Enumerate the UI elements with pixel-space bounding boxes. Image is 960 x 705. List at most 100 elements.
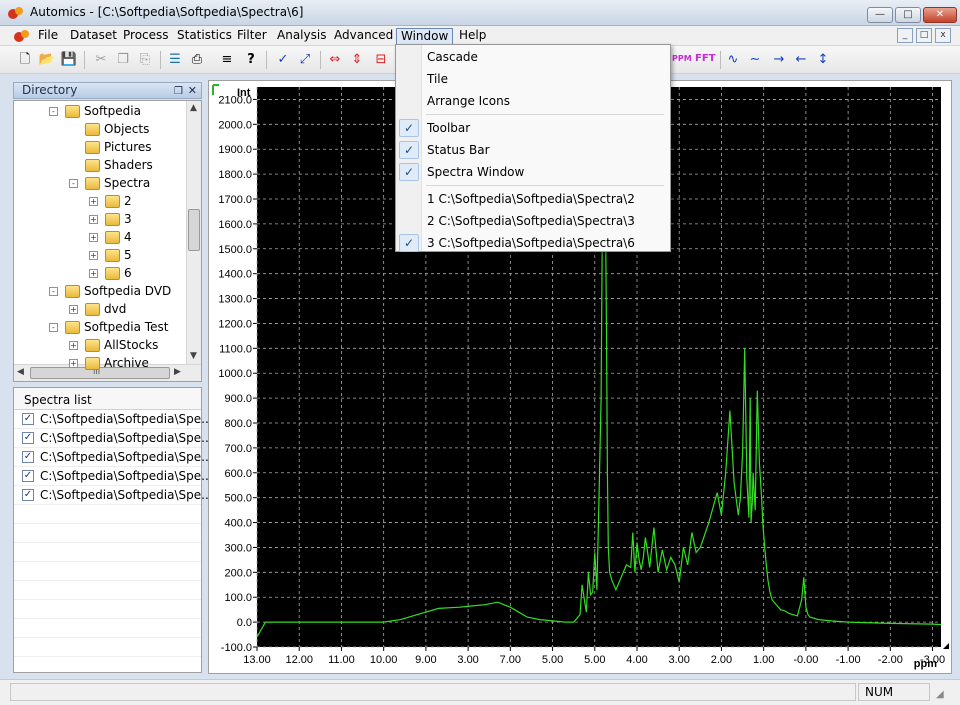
fft-button[interactable]: FFT	[695, 53, 715, 64]
minimize-button[interactable]: —	[867, 7, 893, 23]
y-tick-label: 800.0	[224, 418, 252, 430]
tree-toggle-icon[interactable]: +	[89, 197, 98, 206]
arrow-updown-icon[interactable]: ↕	[814, 51, 832, 69]
x-tick-label: 5.00	[542, 654, 563, 666]
print-icon[interactable]: ⎙	[188, 51, 206, 69]
new-icon[interactable]: 🗋	[16, 51, 34, 69]
window-menu-item[interactable]: Cascade	[396, 46, 670, 68]
list-item[interactable]: ✓ C:\Softpedia\Softpedia\Spe...	[14, 429, 213, 448]
save-icon[interactable]: 💾	[60, 51, 78, 69]
menu-item-label: Arrange Icons	[427, 94, 510, 108]
checkbox[interactable]: ✓	[22, 432, 34, 444]
tree-toggle-icon[interactable]: -	[49, 287, 58, 296]
fit-icon[interactable]: ⊟	[372, 51, 390, 69]
list-item[interactable]: ✓ C:\Softpedia\Softpedia\Spe...	[14, 467, 213, 486]
curve-icon[interactable]: ∿	[724, 51, 742, 69]
list-item[interactable]: ✓ C:\Softpedia\Softpedia\Spe...	[14, 486, 213, 505]
list-item[interactable]: ✓ C:\Softpedia\Softpedia\Spe...	[14, 410, 213, 429]
tree-toggle-icon[interactable]: -	[49, 323, 58, 332]
help-icon[interactable]: ?	[242, 51, 260, 69]
status-message	[10, 683, 856, 701]
pin-icon[interactable]: ❒	[174, 84, 183, 99]
window-menu-item[interactable]: 1 C:\Softpedia\Softpedia\Spectra\2	[396, 188, 670, 210]
menu-statistics[interactable]: Statistics	[173, 28, 236, 45]
window-menu-item[interactable]: ✓ Spectra Window	[396, 161, 670, 183]
mdi-minimize-button[interactable]: _	[897, 28, 913, 43]
wave-icon[interactable]: ∼	[746, 51, 764, 69]
window-menu-item[interactable]: ✓ Toolbar	[396, 117, 670, 139]
menu-window[interactable]: Window	[396, 28, 454, 45]
zoom-icon[interactable]: ⤢	[296, 51, 314, 69]
y-tick-label: 1100.0	[219, 343, 252, 355]
document-icon[interactable]	[14, 29, 30, 43]
menu-help[interactable]: Help	[455, 28, 490, 45]
window-menu-item[interactable]: Arrange Icons	[396, 90, 670, 112]
tree-toggle-icon[interactable]: +	[69, 305, 78, 314]
tree-toggle-icon[interactable]: -	[49, 107, 58, 116]
scroll-down-icon[interactable]: ▼	[190, 351, 197, 361]
cut-icon[interactable]: ✂	[92, 51, 110, 69]
list-icon[interactable]: ≡	[218, 51, 236, 69]
checkbox[interactable]: ✓	[22, 451, 34, 463]
expand-v-icon[interactable]: ⇕	[348, 51, 366, 69]
table-icon[interactable]: ☰	[166, 51, 184, 69]
checkbox[interactable]: ✓	[22, 489, 34, 501]
menu-dataset[interactable]: Dataset	[66, 28, 121, 45]
open-icon[interactable]: 📂	[38, 51, 56, 69]
folder-icon	[85, 303, 100, 316]
ppm-button[interactable]: PPM	[672, 54, 692, 63]
expand-h-icon[interactable]: ⇔	[326, 51, 344, 69]
paste-icon[interactable]: ⎘	[136, 51, 154, 69]
window-menu-item[interactable]: ✓ Status Bar	[396, 139, 670, 161]
window-menu-item[interactable]: 2 C:\Softpedia\Softpedia\Spectra\3	[396, 210, 670, 232]
tree-vertical-scrollbar[interactable]: ▲ ▼	[186, 101, 201, 365]
checkbox[interactable]: ✓	[22, 470, 34, 482]
tree-toggle-icon[interactable]: +	[69, 359, 78, 368]
check-icon[interactable]: ✓	[274, 51, 292, 69]
close-button[interactable]: ✕	[923, 7, 957, 23]
menu-item-label: Spectra Window	[427, 165, 525, 179]
folder-icon	[65, 285, 80, 298]
tree-toggle-icon[interactable]: +	[69, 341, 78, 350]
directory-tree[interactable]: ▲ ▼ ◀ III ▶ - Softpedia Objects Pictures Sha…	[13, 100, 202, 382]
scroll-right-icon[interactable]: ▶	[174, 367, 181, 377]
maximize-button[interactable]: □	[895, 7, 921, 23]
window-menu-item[interactable]: Tile	[396, 68, 670, 90]
x-tick-label: -2.00	[878, 654, 903, 666]
checkbox[interactable]: ✓	[22, 413, 34, 425]
y-tick-label: 1500.0	[218, 244, 252, 256]
tree-item-label: Pictures	[104, 140, 152, 154]
folder-icon	[85, 339, 100, 352]
horizontal-scroll-thumb[interactable]: III	[30, 367, 170, 379]
y-tick-label: 200.0	[224, 567, 252, 579]
x-tick-label: 10.00	[370, 654, 398, 666]
menu-file[interactable]: File	[34, 28, 62, 45]
tree-item-label: 2	[124, 194, 132, 208]
tree-toggle-icon[interactable]: +	[89, 233, 98, 242]
resize-grip-icon[interactable]: ◢	[936, 689, 944, 700]
mdi-close-button[interactable]: x	[935, 28, 951, 43]
scroll-up-icon[interactable]: ▲	[190, 103, 197, 113]
mdi-restore-button[interactable]: □	[916, 28, 932, 43]
menu-advanced[interactable]: Advanced	[330, 28, 397, 45]
window-menu-item[interactable]: ✓ 3 C:\Softpedia\Softpedia\Spectra\6	[396, 232, 670, 254]
menu-filter[interactable]: Filter	[233, 28, 271, 45]
menu-process[interactable]: Process	[119, 28, 173, 45]
tree-toggle-icon[interactable]: -	[69, 179, 78, 188]
close-icon[interactable]: ✕	[188, 83, 197, 98]
arrow-left-icon[interactable]: ←	[792, 51, 810, 69]
y-tick-label: 400.0	[224, 518, 252, 530]
y-tick-label: 600.0	[224, 468, 252, 480]
list-item[interactable]: ✓ C:\Softpedia\Softpedia\Spe...	[14, 448, 213, 467]
tree-toggle-icon[interactable]: +	[89, 269, 98, 278]
tree-item-label: Softpedia DVD	[84, 284, 172, 298]
arrow-right-icon[interactable]: →	[770, 51, 788, 69]
tree-toggle-icon[interactable]: +	[89, 215, 98, 224]
x-tick-label: 9.00	[415, 654, 436, 666]
tree-toggle-icon[interactable]: +	[89, 251, 98, 260]
y-tick-label: 1300.0	[218, 294, 252, 306]
copy-icon[interactable]: ❐	[114, 51, 132, 69]
scroll-left-icon[interactable]: ◀	[17, 367, 24, 377]
menu-analysis[interactable]: Analysis	[273, 28, 330, 45]
vertical-scroll-thumb[interactable]	[188, 209, 200, 251]
